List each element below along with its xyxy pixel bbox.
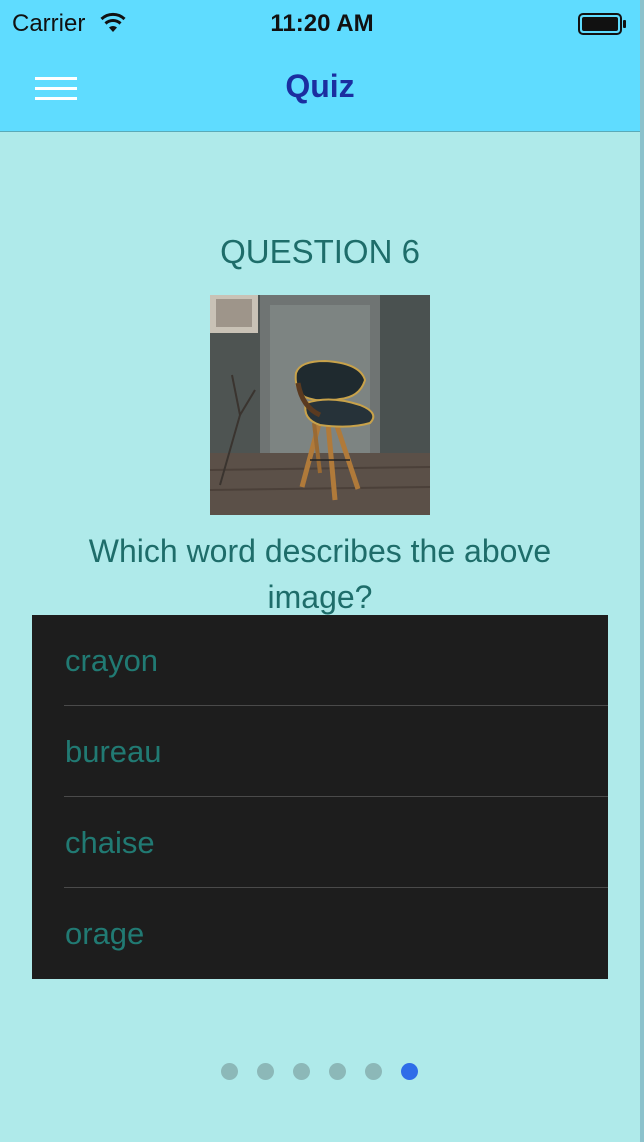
top-bar: Carrier 11:20 AM Quiz: [0, 0, 640, 132]
page-dot[interactable]: [329, 1063, 346, 1080]
answer-label: orage: [65, 916, 145, 951]
answer-option[interactable]: crayon: [32, 615, 608, 706]
answer-option[interactable]: orage: [32, 888, 608, 979]
answer-option[interactable]: chaise: [32, 797, 608, 888]
page-dot[interactable]: [221, 1063, 238, 1080]
question-heading: QUESTION 6: [220, 233, 420, 270]
edge-strip: [640, 0, 644, 1142]
answer-list: crayon bureau chaise orage: [32, 615, 608, 979]
answer-option[interactable]: bureau: [32, 706, 608, 797]
answer-label: bureau: [65, 734, 162, 769]
question-text: Which word describes the above image?: [88, 533, 552, 615]
chair-photo: [210, 295, 430, 515]
page-title: Quiz: [285, 68, 355, 104]
status-time: 11:20 AM: [270, 10, 374, 37]
page-dot[interactable]: [365, 1063, 382, 1080]
answer-label: crayon: [65, 643, 159, 678]
battery-icon: [578, 13, 626, 35]
page-dot[interactable]: [257, 1063, 274, 1080]
page-dot[interactable]: [401, 1063, 418, 1080]
page-dot[interactable]: [293, 1063, 310, 1080]
answer-label: chaise: [65, 825, 155, 860]
